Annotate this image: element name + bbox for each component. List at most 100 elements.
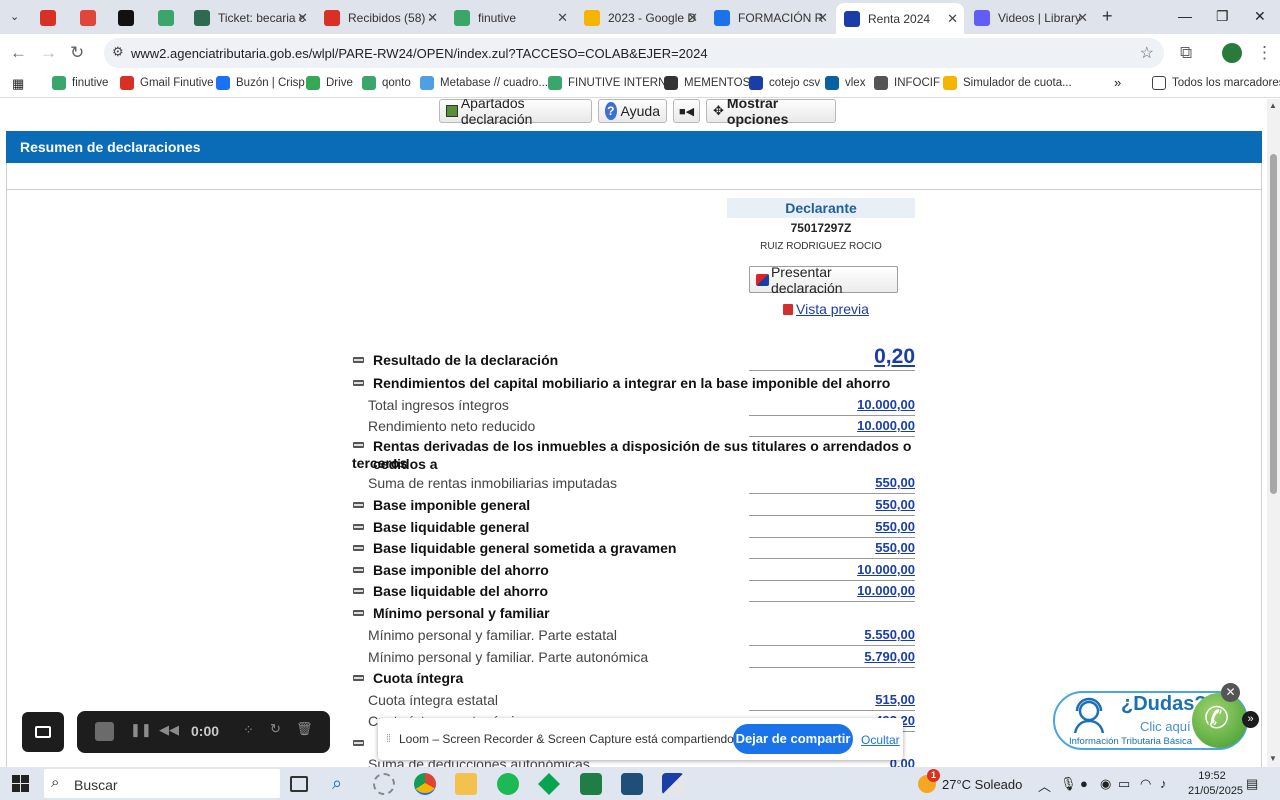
collapse-icon[interactable] — [353, 502, 364, 508]
task-view-icon[interactable] — [290, 776, 308, 792]
bookmark-item[interactable]: MEMENTOS — [664, 76, 750, 90]
scroll-down-icon[interactable]: ▼ — [1269, 754, 1277, 763]
new-tab-button[interactable]: + — [1102, 6, 1113, 27]
pause-icon[interactable]: ❚❚ — [130, 722, 152, 738]
collapse-icon[interactable] — [353, 740, 364, 746]
spotify-icon[interactable] — [497, 773, 519, 795]
excel-icon[interactable] — [580, 773, 602, 795]
calculator-icon[interactable] — [621, 773, 643, 795]
stop-recording-button[interactable] — [95, 722, 114, 741]
row-value-link[interactable]: 550,00 — [875, 519, 915, 534]
taskbar-search[interactable]: ⌕ Buscar — [44, 769, 280, 798]
omnibox[interactable]: ⚙ www2.agenciatributaria.gob.es/wlpl/PAR… — [104, 38, 1164, 68]
row-value-link[interactable]: 10.000,00 — [857, 418, 915, 433]
tab-8[interactable]: FORMACIÓN R ✕ — [706, 5, 834, 30]
close-tab-icon[interactable]: ✕ — [817, 10, 828, 26]
collapse-icon[interactable] — [353, 524, 364, 530]
menu-icon[interactable]: ⋮ — [1256, 43, 1273, 63]
phone-button[interactable]: ✆ — [1192, 693, 1247, 748]
mic-icon[interactable]: ● — [1080, 776, 1088, 791]
notifications-icon[interactable]: ▤ — [1246, 776, 1258, 792]
bookmark-item[interactable]: INFOCIF — [874, 76, 940, 90]
tab-2[interactable] — [110, 5, 146, 30]
weather-widget[interactable]: 1 27°C Soleado — [918, 769, 1022, 793]
rewind-icon[interactable]: ◀◀ — [159, 722, 179, 738]
aeat-taskbar-icon[interactable] — [662, 773, 684, 795]
url-text[interactable]: www2.agenciatributaria.gob.es/wlpl/PARE-… — [131, 46, 708, 61]
row-value-link[interactable]: 550,00 — [875, 497, 915, 512]
extensions-icon[interactable]: ⧉ — [1180, 43, 1192, 63]
restart-icon[interactable]: ↻ — [270, 721, 281, 737]
apartados-button[interactable]: Apartados declaración — [439, 99, 592, 127]
bookmark-item[interactable]: cotejo csv — [749, 76, 820, 90]
trash-icon[interactable]: 🗑 — [296, 721, 313, 737]
drag-handle[interactable]: ⁞⁞ — [386, 733, 391, 745]
close-tab-icon[interactable]: ✕ — [297, 10, 308, 26]
bookmark-item[interactable]: Buzón | Crisp — [216, 76, 305, 90]
tab-search-chevron-icon[interactable]: ⌄ — [10, 10, 19, 23]
windows-start-icon[interactable] — [12, 775, 29, 792]
bookmark-item[interactable]: Drive — [306, 76, 353, 90]
row-value-link[interactable]: 5.550,00 — [864, 627, 915, 642]
battery-icon[interactable]: ▭ — [1118, 776, 1130, 792]
drawing-icon[interactable]: ⁘ — [243, 722, 254, 738]
scroll-thumb[interactable] — [1270, 154, 1277, 494]
bookmark-item[interactable]: Gmail Finutive — [120, 76, 214, 90]
chrome-taskbar-icon[interactable] — [414, 773, 436, 795]
close-window-button[interactable]: ✕ — [1254, 8, 1266, 25]
network-app-icon[interactable] — [373, 773, 395, 795]
more-bookmarks-icon[interactable]: » — [1114, 75, 1121, 90]
collapse-icon[interactable] — [353, 610, 364, 616]
tab-6[interactable]: finutive ✕ — [446, 5, 574, 30]
minimize-button[interactable]: — — [1178, 8, 1192, 24]
site-info-icon[interactable]: ⚙ — [112, 44, 124, 60]
close-tab-icon[interactable]: ✕ — [1077, 10, 1088, 26]
app-green-icon[interactable] — [538, 773, 560, 795]
close-tab-icon[interactable]: ✕ — [947, 11, 958, 27]
collapse-icon[interactable] — [353, 380, 364, 386]
chevron-up-icon[interactable]: ︿ — [1038, 776, 1051, 795]
collapse-icon[interactable] — [353, 588, 364, 594]
row-value-link[interactable]: 10.000,00 — [857, 562, 915, 577]
row-value-link[interactable]: 5.790,00 — [864, 649, 915, 664]
microphone-icon[interactable]: 🎙 — [1060, 776, 1077, 792]
apps-grid-icon[interactable]: ▦ — [12, 76, 24, 92]
row-value-link[interactable]: 550,00 — [875, 540, 915, 555]
tab-10[interactable]: Videos | Library ✕ — [966, 5, 1094, 30]
scroll-up-icon[interactable]: ▲ — [1269, 101, 1277, 110]
mostrar-opciones-button[interactable]: ✥ Mostrar opciones — [706, 99, 836, 127]
loom-camera-button[interactable] — [22, 712, 64, 752]
bookmark-star-icon[interactable]: ☆ — [1140, 43, 1154, 63]
bookmark-item[interactable]: vlex — [825, 76, 865, 90]
volume-icon[interactable]: ♪ — [1160, 776, 1167, 791]
bookmark-item[interactable]: finutive — [52, 76, 108, 90]
forward-icon[interactable]: → — [40, 43, 57, 63]
row-value-link[interactable]: 0,20 — [874, 345, 915, 369]
page-scrollbar[interactable]: ▲ ▼ — [1267, 99, 1280, 767]
collapse-icon[interactable] — [353, 357, 364, 363]
maximize-button[interactable]: ❐ — [1216, 8, 1229, 25]
tab-4[interactable]: Ticket: becaria c ✕ — [186, 5, 314, 30]
wifi-icon[interactable]: ◠ — [1140, 776, 1151, 792]
back-icon[interactable]: ← — [10, 43, 27, 63]
collapse-icon[interactable] — [353, 545, 364, 551]
tab-9[interactable]: Renta 2024 ✕ — [836, 3, 964, 34]
close-help-widget-button[interactable]: ✕ — [1221, 683, 1240, 702]
tab-7[interactable]: 2023 - Google D ✕ — [576, 5, 704, 30]
bookmark-item[interactable]: Metabase // cuadro... — [420, 76, 548, 90]
bookmark-item[interactable]: qonto — [362, 76, 411, 90]
vista-previa-link[interactable]: Vista previa — [783, 301, 869, 317]
ayuda-button[interactable]: ? Ayuda — [598, 99, 667, 123]
search-app-icon[interactable]: ⌕ — [332, 773, 354, 795]
video-button[interactable]: ■◀ — [673, 99, 700, 123]
hide-link[interactable]: Ocultar — [861, 733, 900, 747]
tab-5[interactable]: Recibidos (58) - ✕ — [316, 5, 444, 30]
row-value-link[interactable]: 10.000,00 — [857, 583, 915, 598]
tab-3[interactable] — [150, 5, 186, 30]
expand-chevron-icon[interactable]: » — [1242, 711, 1259, 728]
presentar-declaracion-button[interactable]: Presentar declaración — [749, 264, 898, 296]
close-tab-icon[interactable]: ✕ — [687, 10, 698, 26]
stop-sharing-button[interactable]: Dejar de compartir — [733, 724, 853, 754]
bookmark-item[interactable]: Simulador de cuota... — [943, 76, 1072, 90]
row-value-link[interactable]: 10.000,00 — [857, 397, 915, 412]
